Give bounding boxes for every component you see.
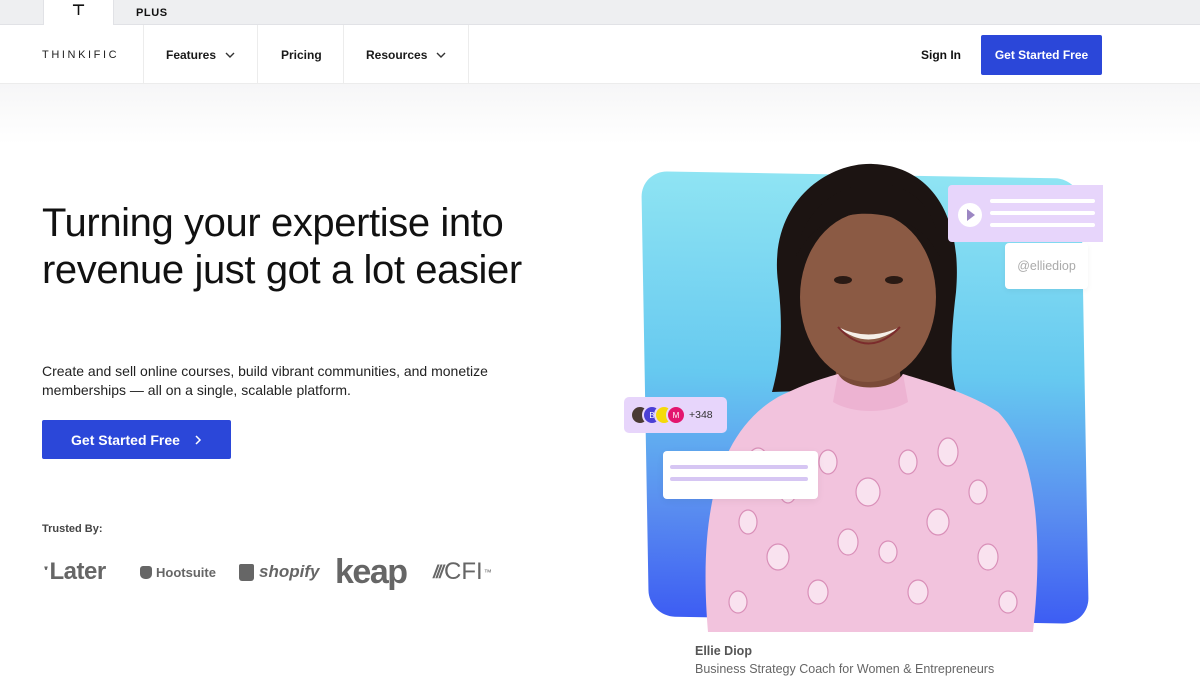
play-icon	[958, 203, 982, 227]
avatar: M	[666, 405, 686, 425]
hero-get-started-button[interactable]: Get Started Free	[42, 420, 231, 459]
keap-logo-text: keap	[335, 552, 408, 591]
text-placeholder-line	[990, 211, 1095, 215]
shopify-logo-text: shopify	[259, 562, 320, 581]
text-placeholder-line	[670, 477, 808, 481]
hootsuite-logo: Hootsuite	[140, 565, 239, 580]
nav-divider	[143, 25, 144, 84]
nav-item-label: Features	[166, 47, 217, 62]
keap-logo: keap	[335, 553, 433, 592]
chevron-down-icon	[225, 52, 235, 58]
trademark-symbol: ™	[483, 567, 492, 577]
post-preview-card	[663, 451, 818, 499]
community-members-badge: B M +348	[624, 397, 727, 433]
nav-item-label: Resources	[366, 47, 428, 62]
chevron-down-icon	[436, 52, 446, 58]
nav-item-pricing[interactable]: Pricing	[281, 25, 322, 84]
trusted-logos: ˑLater Hootsuite shopify keap /// CFI ™	[42, 552, 492, 592]
shopify-logo: shopify	[239, 562, 335, 582]
tab-plus[interactable]: PLUS	[136, 0, 168, 25]
nav-item-resources[interactable]: Resources	[366, 25, 446, 84]
nav-divider	[468, 25, 469, 84]
later-logo: ˑLater	[42, 558, 140, 586]
cfi-logo: /// CFI ™	[433, 558, 492, 586]
hero-subtext: Create and sell online courses, build vi…	[42, 363, 488, 398]
hootsuite-logo-text: Hootsuite	[156, 564, 216, 580]
hero-cta-label: Get Started Free	[71, 431, 180, 448]
video-lesson-card	[948, 185, 1103, 242]
member-count: +348	[689, 409, 713, 421]
hero-background-fade	[0, 84, 1200, 144]
get-started-button[interactable]: Get Started Free	[981, 35, 1102, 75]
social-handle-card: @elliediop	[1005, 243, 1088, 289]
coach-name: Ellie Diop	[695, 644, 752, 658]
trusted-by-label: Trusted By:	[42, 523, 103, 535]
thinkific-logo[interactable]: THINKIFIC	[42, 25, 119, 84]
cfi-mark-icon: ///	[433, 561, 444, 582]
nav-item-features[interactable]: Features	[166, 25, 235, 84]
shopping-bag-icon	[239, 563, 254, 581]
thinkific-mark-icon: ⊤	[71, 1, 86, 19]
text-placeholder-line	[670, 465, 808, 469]
product-switcher-bar: ⊤ PLUS	[0, 0, 1200, 26]
tab-thinkific[interactable]: ⊤	[43, 0, 114, 26]
nav-divider	[257, 25, 258, 84]
nav-item-label: Pricing	[281, 47, 322, 62]
text-placeholder-line	[990, 223, 1095, 227]
later-logo-text: ˑLater	[42, 558, 106, 585]
main-nav: THINKIFIC Features Pricing Resources Sig…	[0, 25, 1200, 84]
hero-headline: Turning your expertise into revenue just…	[42, 201, 522, 292]
coach-role: Business Strategy Coach for Women & Entr…	[695, 662, 995, 676]
nav-divider	[343, 25, 344, 84]
cfi-logo-text: CFI	[444, 558, 483, 585]
chevron-right-icon	[195, 434, 202, 445]
sign-in-link[interactable]: Sign In	[921, 25, 961, 84]
owl-icon	[140, 565, 152, 579]
text-placeholder-line	[990, 199, 1095, 203]
